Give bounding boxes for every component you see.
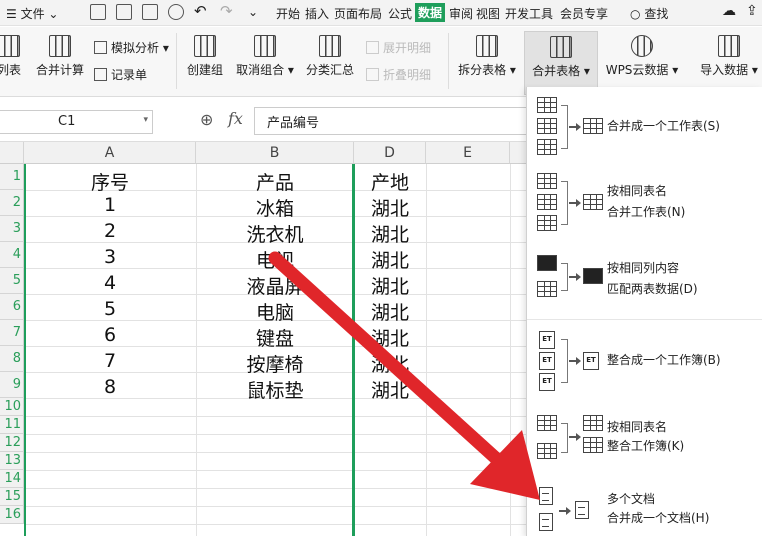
annotation-arrow — [268, 251, 540, 500]
arrow-shaft — [268, 251, 507, 469]
